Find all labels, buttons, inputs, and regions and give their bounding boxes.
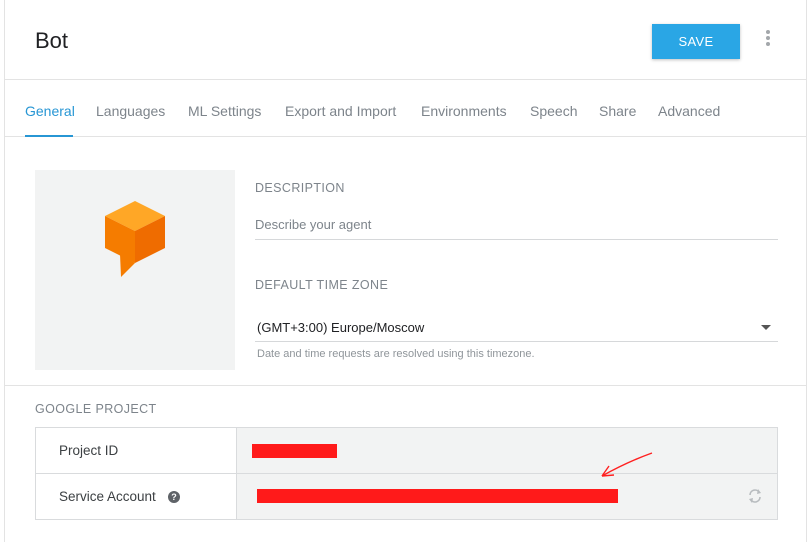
window-right-border bbox=[806, 0, 807, 542]
settings-tabs: General Languages ML Settings Export and… bbox=[5, 80, 806, 137]
google-project-table: Project ID Service Account ? bbox=[35, 427, 778, 520]
project-id-value[interactable] bbox=[236, 428, 777, 473]
redaction-mark bbox=[257, 489, 618, 503]
help-icon[interactable]: ? bbox=[168, 491, 180, 503]
description-input[interactable] bbox=[255, 210, 778, 240]
service-account-key-cell: Service Account ? bbox=[36, 474, 236, 519]
redaction-mark bbox=[252, 444, 337, 458]
timezone-hint: Date and time requests are resolved usin… bbox=[257, 348, 535, 360]
project-id-row: Project ID bbox=[36, 428, 777, 474]
timezone-value: (GMT+3:00) Europe/Moscow bbox=[257, 320, 425, 335]
service-account-key: Service Account bbox=[59, 489, 156, 504]
tab-share[interactable]: Share bbox=[599, 103, 636, 119]
service-account-value[interactable] bbox=[236, 474, 777, 519]
agent-title: Bot bbox=[35, 28, 69, 53]
annotation-arrow-icon bbox=[601, 452, 653, 477]
tab-languages[interactable]: Languages bbox=[96, 103, 165, 119]
project-id-key: Project ID bbox=[59, 443, 119, 458]
description-label: DESCRIPTION bbox=[255, 181, 345, 195]
agent-header: Bot SAVE bbox=[5, 0, 806, 80]
project-id-key-cell: Project ID bbox=[36, 428, 236, 473]
timezone-label: DEFAULT TIME ZONE bbox=[255, 278, 389, 292]
active-tab-indicator bbox=[25, 135, 73, 137]
save-button[interactable]: SAVE bbox=[652, 24, 740, 59]
tab-export-and-import[interactable]: Export and Import bbox=[285, 103, 396, 119]
google-project-label: GOOGLE PROJECT bbox=[35, 402, 157, 416]
refresh-icon[interactable] bbox=[746, 487, 764, 505]
tab-speech[interactable]: Speech bbox=[530, 103, 577, 119]
tab-advanced[interactable]: Advanced bbox=[658, 103, 720, 119]
chevron-down-icon bbox=[761, 325, 771, 330]
more-vert-icon[interactable] bbox=[763, 30, 773, 50]
service-account-row: Service Account ? bbox=[36, 474, 777, 519]
tab-ml-settings[interactable]: ML Settings bbox=[188, 103, 261, 119]
timezone-select[interactable]: (GMT+3:00) Europe/Moscow bbox=[255, 312, 778, 342]
section-divider bbox=[5, 385, 806, 386]
tab-general[interactable]: General bbox=[25, 103, 75, 119]
tab-environments[interactable]: Environments bbox=[421, 103, 507, 119]
agent-avatar[interactable] bbox=[35, 170, 235, 370]
agent-cube-icon bbox=[105, 201, 165, 277]
